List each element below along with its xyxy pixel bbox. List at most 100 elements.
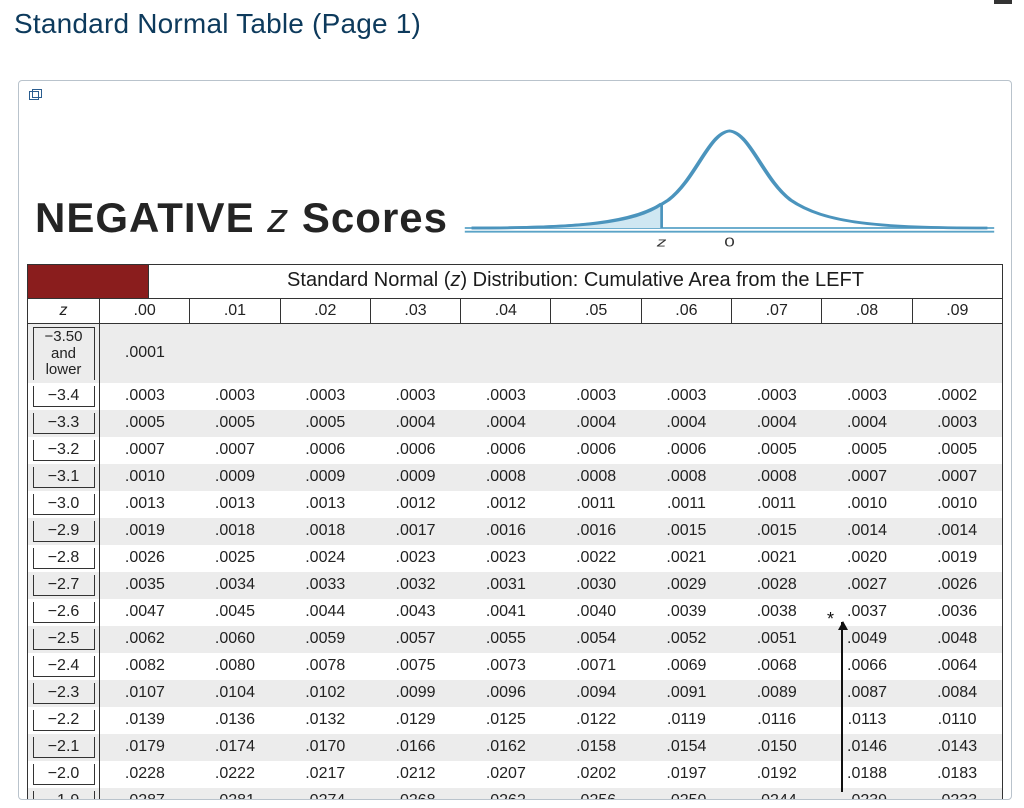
table-cell: .0038 (732, 599, 822, 626)
table-panel: NEGATIVE z Scores z 0 (18, 80, 1012, 800)
table-cell: .0018 (190, 518, 280, 545)
table-cell: .0004 (551, 410, 641, 437)
table-cell: .0003 (190, 383, 280, 410)
table-row: −2.5.0062.0060.0059.0057.0055.0054.0052.… (28, 626, 1003, 653)
table-cell: .0006 (461, 437, 551, 464)
z-label-cell: −2.5 (28, 626, 100, 653)
table-cell: .0089 (732, 680, 822, 707)
table-cell: .0004 (370, 410, 460, 437)
table-cell: .0016 (461, 518, 551, 545)
table-cell: .0082 (100, 653, 190, 680)
table-cell (370, 324, 460, 383)
table-cell: .0143 (912, 734, 1002, 761)
table-cell: .0021 (732, 545, 822, 572)
table-cell: .0023 (461, 545, 551, 572)
table-cell (280, 324, 370, 383)
table-cell: .0096 (461, 680, 551, 707)
table-cell: .0051 (732, 626, 822, 653)
table-cell: .0003 (551, 383, 641, 410)
table-cell: .0005 (732, 437, 822, 464)
table-cell: .0008 (461, 464, 551, 491)
table-cell: .0036 (912, 599, 1002, 626)
table-cell: .0059 (280, 626, 370, 653)
table-header-row: z.00.01.02.03.04.05.06.07.08.09 (28, 299, 1003, 324)
table-row: −3.4.0003.0003.0003.0003.0003.0003.0003.… (28, 383, 1003, 410)
table-cell: .0003 (641, 383, 731, 410)
table-cell: .0004 (461, 410, 551, 437)
popout-icon[interactable] (29, 89, 43, 101)
table-cell: .0228 (100, 761, 190, 788)
table-cell: .0005 (912, 437, 1002, 464)
table-cell: .0041 (461, 599, 551, 626)
table-row: −2.3.0107.0104.0102.0099.0096.0094.0091.… (28, 680, 1003, 707)
table-cell: .0010 (822, 491, 912, 518)
table-row: −2.4.0082.0080.0078.0075.0073.0071.0069.… (28, 653, 1003, 680)
table-cell: .0068 (732, 653, 822, 680)
table-cell: .0007 (100, 437, 190, 464)
table-row: −2.7.0035.0034.0033.0032.0031.0030.0029.… (28, 572, 1003, 599)
table-cell: .0006 (641, 437, 731, 464)
col-header: .07 (732, 299, 822, 324)
table-cell: .0035 (100, 572, 190, 599)
table-cell: .0003 (822, 383, 912, 410)
table-cell: .0004 (641, 410, 731, 437)
table-cell: .0244 (732, 788, 822, 801)
table-cell: .0012 (370, 491, 460, 518)
table-cell (551, 324, 641, 383)
table-cell: .0025 (190, 545, 280, 572)
table-row: −2.0.0228.0222.0217.0212.0207.0202.0197.… (28, 761, 1003, 788)
col-header: .02 (280, 299, 370, 324)
table-cell: .0113 (822, 707, 912, 734)
z-label-cell: −2.1 (28, 734, 100, 761)
table-cell: .0019 (912, 545, 1002, 572)
table-cell: .0026 (912, 572, 1002, 599)
table-cell: .0078 (280, 653, 370, 680)
table-cell: .0207 (461, 761, 551, 788)
col-header: .06 (641, 299, 731, 324)
table-cell: .0119 (641, 707, 731, 734)
table-cell: .0039 (641, 599, 731, 626)
table-cell: .0075 (370, 653, 460, 680)
col-header-z: z (28, 299, 100, 324)
table-cell: .0016 (551, 518, 641, 545)
table-cell: .0174 (190, 734, 280, 761)
table-cell: .0014 (912, 518, 1002, 545)
table-row: −3.0.0013.0013.0013.0012.0012.0011.0011.… (28, 491, 1003, 518)
table-cell: .0023 (370, 545, 460, 572)
z-label-cell: −2.2 (28, 707, 100, 734)
table-cell: .0256 (551, 788, 641, 801)
table-cell: .0233 (912, 788, 1002, 801)
table-cell: .0179 (100, 734, 190, 761)
table-cell: .0099 (370, 680, 460, 707)
table-row: −2.8.0026.0025.0024.0023.0023.0022.0021.… (28, 545, 1003, 572)
table-cell: .0030 (551, 572, 641, 599)
table-cell: .0008 (732, 464, 822, 491)
table-cell: .0003 (461, 383, 551, 410)
table-cell: .0015 (732, 518, 822, 545)
table-cell: .0044 (280, 599, 370, 626)
table-cell: .0003 (100, 383, 190, 410)
table-cell: .0005 (100, 410, 190, 437)
table-cell: .0091 (641, 680, 731, 707)
z-label-cell: −3.2 (28, 437, 100, 464)
table-cell: .0007 (190, 437, 280, 464)
table-cell: .0037 (822, 599, 912, 626)
axis-label-zero: 0 (724, 235, 735, 249)
table-cell: .0002 (912, 383, 1002, 410)
table-cell: .0007 (822, 464, 912, 491)
table-cell: .0024 (280, 545, 370, 572)
table-banner: Standard Normal (z) Distribution: Cumula… (148, 265, 1002, 298)
table-row: −1.9.0287.0281.0274.0268.0262.0256.0250.… (28, 788, 1003, 801)
table-cell: .0019 (100, 518, 190, 545)
table-cell: .0013 (190, 491, 280, 518)
table-cell: .0094 (551, 680, 641, 707)
table-cell: .0029 (641, 572, 731, 599)
table-cell: .0009 (280, 464, 370, 491)
col-header: .05 (551, 299, 641, 324)
table-cell: .0071 (551, 653, 641, 680)
table-cell: .0080 (190, 653, 280, 680)
minimize-icon[interactable] (994, 0, 1012, 4)
table-cell (190, 324, 280, 383)
table-cell (461, 324, 551, 383)
table-cell: .0107 (100, 680, 190, 707)
